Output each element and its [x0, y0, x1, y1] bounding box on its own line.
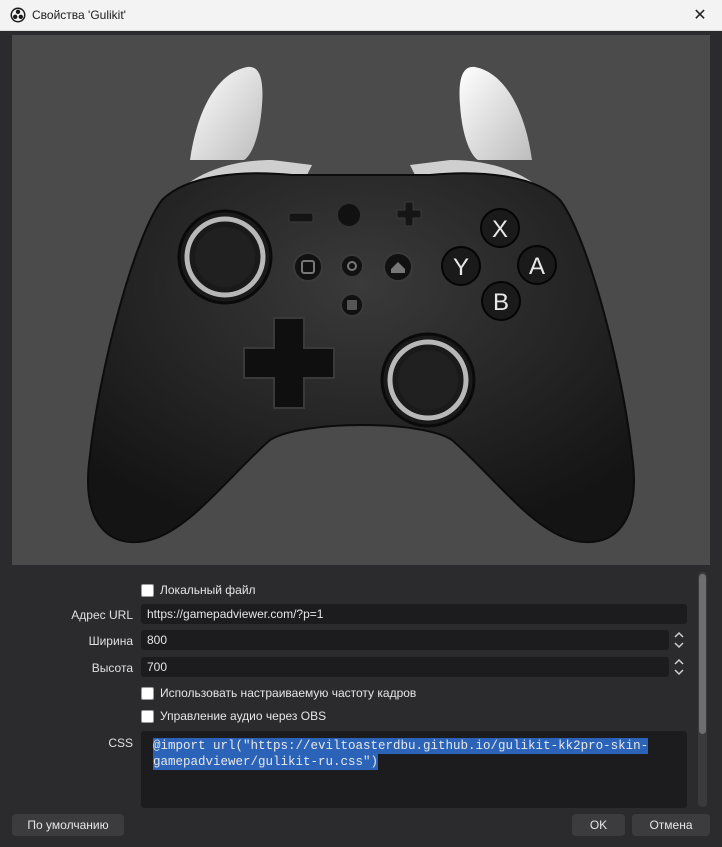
minus-button: [288, 212, 314, 223]
right-trigger: [459, 66, 532, 160]
y-button-label: Y: [453, 254, 469, 281]
css-line-1: @import url("https://eviltoasterdbu.gith…: [153, 738, 649, 754]
gamepad-body: [87, 172, 635, 544]
height-input[interactable]: 700: [141, 657, 669, 677]
css-line-2: gamepadviewer/gulikit-ru.css"): [153, 754, 379, 770]
custom-fps-label: Использовать настраиваемую частоту кадро…: [160, 686, 417, 700]
checkbox-box[interactable]: [141, 583, 154, 597]
height-label: Высота: [91, 661, 133, 675]
local-file-checkbox[interactable]: Локальный файл: [141, 583, 256, 597]
browser-source-preview: X Y A B: [12, 35, 710, 565]
chevron-up-icon[interactable]: [672, 630, 686, 640]
local-file-label: Локальный файл: [160, 583, 256, 597]
left-trigger: [190, 66, 263, 160]
width-stepper[interactable]: [672, 630, 686, 650]
checkbox-box[interactable]: [141, 686, 154, 700]
obs-logo-icon: [10, 7, 26, 23]
x-button-label: X: [492, 216, 508, 243]
css-label: CSS: [108, 736, 133, 750]
defaults-button[interactable]: По умолчанию: [12, 814, 124, 836]
width-label: Ширина: [88, 634, 133, 648]
left-stick: [195, 227, 255, 287]
b-button-label: B: [493, 289, 509, 316]
url-input[interactable]: https://gamepadviewer.com/?p=1: [141, 604, 687, 624]
width-input[interactable]: 800: [141, 630, 669, 650]
cancel-button[interactable]: Отмена: [632, 814, 710, 836]
css-textarea[interactable]: @import url("https://eviltoasterdbu.gith…: [141, 731, 687, 808]
settings-button: [340, 254, 364, 278]
audio-obs-checkbox[interactable]: Управление аудио через OBS: [141, 709, 326, 723]
ok-button[interactable]: OK: [572, 814, 625, 836]
close-icon: ✕: [693, 7, 707, 24]
a-button-label: A: [529, 253, 545, 280]
title-bar: Свойства 'Gulikit' ✕: [0, 0, 722, 31]
height-stepper[interactable]: [672, 657, 686, 677]
gulikit-logo: [338, 204, 360, 226]
gamepad-image: X Y A B: [87, 66, 635, 544]
chevron-down-icon[interactable]: [672, 667, 686, 677]
close-button[interactable]: ✕: [678, 0, 722, 30]
scrollbar-thumb[interactable]: [699, 574, 706, 734]
chevron-up-icon[interactable]: [672, 657, 686, 667]
checkbox-box[interactable]: [141, 709, 154, 723]
url-label: Адрес URL: [71, 608, 133, 622]
audio-obs-label: Управление аудио через OBS: [160, 709, 327, 723]
vertical-scrollbar[interactable]: [698, 572, 707, 807]
custom-fps-checkbox[interactable]: Использовать настраиваемую частоту кадро…: [141, 686, 416, 700]
capture-button: [293, 252, 323, 282]
right-stick: [398, 350, 458, 410]
chevron-down-icon[interactable]: [672, 640, 686, 650]
window-title: Свойства 'Gulikit': [32, 8, 126, 22]
